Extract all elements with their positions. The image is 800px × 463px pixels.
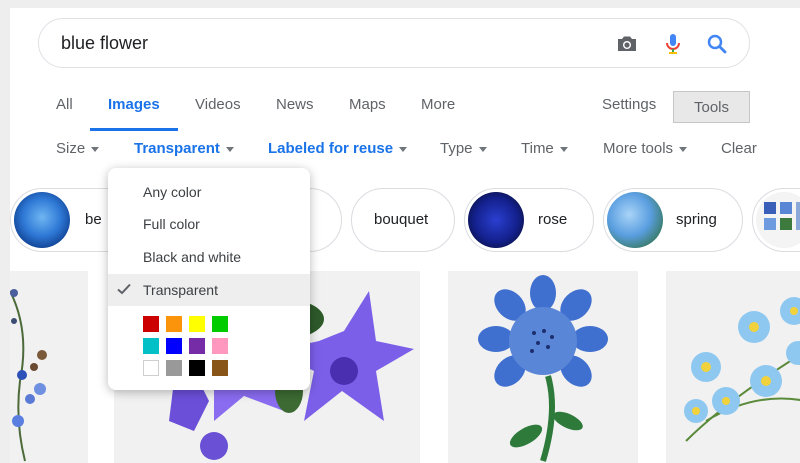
flower-image xyxy=(684,297,800,442)
type-filter[interactable]: Type xyxy=(440,140,487,157)
chevron-down-icon xyxy=(679,146,688,152)
color-filter-label: Transparent xyxy=(134,140,220,157)
chart-thumbnail-icon xyxy=(764,202,800,230)
menu-item-any-color[interactable]: Any color xyxy=(108,177,310,207)
color-swatch[interactable] xyxy=(189,338,205,354)
usage-rights-label: Labeled for reuse xyxy=(268,140,394,157)
chip-thumbnail xyxy=(756,192,800,248)
color-swatch[interactable] xyxy=(166,316,182,332)
tab-images[interactable]: Images xyxy=(108,96,160,113)
menu-item-black-and-white[interactable]: Black and white xyxy=(108,242,310,272)
color-swatch[interactable] xyxy=(189,316,205,332)
menu-item-label: Full color xyxy=(143,216,200,232)
chevron-down-icon xyxy=(399,146,408,152)
chip-label: be xyxy=(85,211,102,228)
color-swatch[interactable] xyxy=(143,316,159,332)
checkmark-icon xyxy=(117,283,131,295)
menu-item-label: Black and white xyxy=(143,249,242,265)
tools-button[interactable]: Tools xyxy=(673,91,750,123)
related-chip[interactable]: rose xyxy=(464,188,594,252)
tab-maps[interactable]: Maps xyxy=(349,96,386,113)
chevron-down-icon xyxy=(225,146,234,152)
image-result[interactable] xyxy=(448,271,638,463)
chip-label: bouquet xyxy=(374,211,429,228)
camera-icon[interactable] xyxy=(615,32,639,56)
size-filter-label: Size xyxy=(56,140,86,157)
image-result[interactable] xyxy=(10,271,88,463)
time-filter-label: Time xyxy=(521,140,554,157)
active-tab-indicator xyxy=(90,128,178,131)
flower-image xyxy=(10,289,47,462)
chip-thumbnail xyxy=(468,192,524,248)
usage-rights-filter[interactable]: Labeled for reuse xyxy=(268,140,408,157)
chip-thumbnail xyxy=(14,192,70,248)
settings-link[interactable]: Settings xyxy=(602,96,656,113)
tools-button-label: Tools xyxy=(693,98,730,116)
color-swatch[interactable] xyxy=(166,338,182,354)
tab-all[interactable]: All xyxy=(56,96,73,113)
type-filter-label: Type xyxy=(440,140,473,157)
color-dropdown-menu: Any color Full color Black and white Tra… xyxy=(108,168,310,390)
color-swatch[interactable] xyxy=(189,360,205,376)
related-chip[interactable]: spring xyxy=(603,188,743,252)
more-tools-filter[interactable]: More tools xyxy=(603,140,688,157)
chevron-down-icon xyxy=(478,146,487,152)
color-swatch[interactable] xyxy=(166,360,182,376)
time-filter[interactable]: Time xyxy=(521,140,568,157)
google-images-page: blue flower All Images Videos News Maps … xyxy=(10,8,800,463)
menu-item-label: Transparent xyxy=(143,282,218,298)
menu-item-transparent[interactable]: Transparent xyxy=(108,274,310,306)
flower-image xyxy=(478,275,608,462)
more-tools-label: More tools xyxy=(603,140,674,157)
menu-item-full-color[interactable]: Full color xyxy=(108,209,310,239)
search-query-text[interactable]: blue flower xyxy=(61,33,148,54)
chip-thumbnail xyxy=(607,192,663,248)
clear-filters-link[interactable]: Clear xyxy=(721,140,757,157)
color-swatch[interactable] xyxy=(143,360,159,376)
color-swatch[interactable] xyxy=(212,338,228,354)
color-swatch[interactable] xyxy=(143,338,159,354)
color-swatch[interactable] xyxy=(212,360,228,376)
tab-videos[interactable]: Videos xyxy=(195,96,241,113)
search-icon[interactable] xyxy=(705,32,729,56)
related-chip[interactable]: bouquet xyxy=(351,188,455,252)
chip-label: rose xyxy=(538,211,568,228)
size-filter[interactable]: Size xyxy=(56,140,100,157)
chevron-down-icon xyxy=(91,146,100,152)
related-chip[interactable] xyxy=(752,188,800,252)
color-swatch[interactable] xyxy=(212,316,228,332)
search-box[interactable]: blue flower xyxy=(38,18,750,68)
menu-item-label: Any color xyxy=(143,184,202,200)
tab-more[interactable]: More xyxy=(421,96,455,113)
microphone-icon[interactable] xyxy=(661,32,685,56)
tab-news[interactable]: News xyxy=(276,96,314,113)
color-filter[interactable]: Transparent xyxy=(134,140,234,157)
image-result[interactable] xyxy=(666,271,800,463)
chevron-down-icon xyxy=(559,146,568,152)
chip-label: spring xyxy=(676,211,717,228)
